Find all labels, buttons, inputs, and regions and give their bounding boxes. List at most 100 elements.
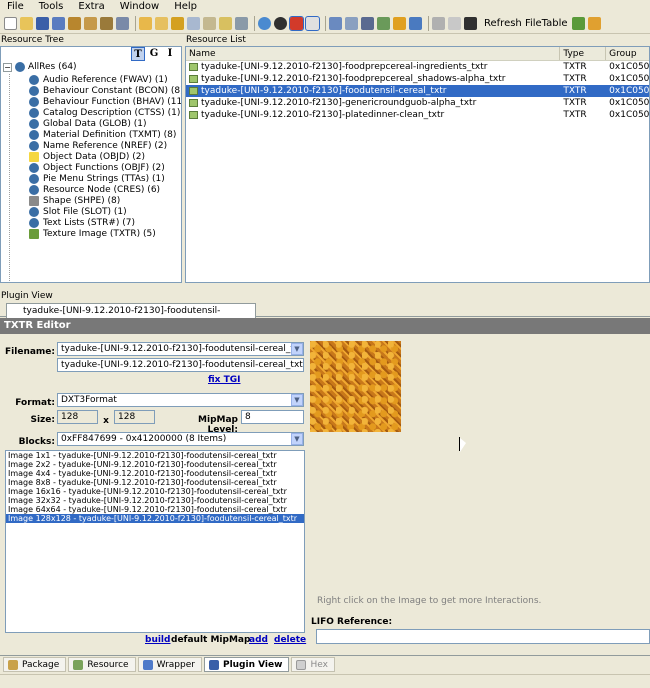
scissors-icon[interactable] <box>432 17 445 30</box>
new-file-icon[interactable] <box>4 17 17 30</box>
tree-item[interactable]: Object Functions (OBJF) (2) <box>29 162 165 173</box>
tab-hex[interactable]: Hex <box>291 657 335 672</box>
folder-open-icon[interactable] <box>155 17 168 30</box>
menu-help[interactable]: Help <box>167 1 205 12</box>
tree-type-button[interactable]: T <box>131 47 145 61</box>
search-icon[interactable] <box>345 17 358 30</box>
chevron-down-icon[interactable]: ▼ <box>291 394 303 406</box>
package-info-icon[interactable] <box>84 17 97 30</box>
plugin-document-tab[interactable]: tyaduke-[UNI-9.12.2010-f2130]-foodutensi… <box>6 303 256 330</box>
tree-item[interactable]: Catalog Description (CTSS) (1) <box>29 107 180 118</box>
column-name[interactable]: Name <box>186 47 561 60</box>
tree-item[interactable]: Pie Menu Strings (TTAs) (1) <box>29 173 165 184</box>
tools-icon[interactable] <box>116 17 129 30</box>
menu-extra[interactable]: Extra <box>71 1 112 12</box>
grid-icon[interactable] <box>235 17 248 30</box>
tree-group-button[interactable]: G <box>147 47 161 61</box>
list-item[interactable]: Image 64x64 - tyaduke-[UNI-9.12.2010-f21… <box>6 505 304 514</box>
tree-item[interactable]: Resource Node (CRES) (6) <box>29 184 160 195</box>
resource-list[interactable]: Name Type Group tyaduke-[UNI-9.12.2010-f… <box>185 46 650 283</box>
tree-item[interactable]: Text Lists (STR#) (7) <box>29 217 135 228</box>
bomb-icon[interactable] <box>274 17 287 30</box>
tree-item[interactable]: Material Definition (TXMT) (8) <box>29 129 176 140</box>
tree-item[interactable]: Audio Reference (FWAV) (1) <box>29 74 168 85</box>
row-name: tyaduke-[UNI-9.12.2010-f2130]-foodprepce… <box>201 74 506 84</box>
tree-item[interactable]: Slot File (SLOT) (1) <box>29 206 127 217</box>
tree-item[interactable]: Shape (SHPE) (8) <box>29 195 120 206</box>
open-folder-icon[interactable] <box>20 17 33 30</box>
package-check-icon[interactable] <box>100 17 113 30</box>
format-combo[interactable]: DXT3Format <box>57 393 304 407</box>
texture-preview[interactable] <box>310 341 401 432</box>
tree-root[interactable]: − AllRes (64) <box>3 62 77 72</box>
paste-icon[interactable] <box>464 17 477 30</box>
column-type[interactable]: Type <box>560 47 607 60</box>
list-item[interactable]: Image 16x16 - tyaduke-[UNI-9.12.2010-f21… <box>6 487 304 496</box>
tree-item[interactable]: Name Reference (NREF) (2) <box>29 140 167 151</box>
folder-icon[interactable] <box>139 17 152 30</box>
tree-item[interactable]: Global Data (GLOB) (1) <box>29 118 146 129</box>
list-icon[interactable] <box>219 17 232 30</box>
filename-value: tyaduke-[UNI-9.12.2010-f2130]-foodutensi… <box>61 344 304 354</box>
build-link[interactable]: build <box>145 635 170 645</box>
delete-link[interactable]: delete <box>274 635 306 645</box>
close-red-icon[interactable] <box>289 16 304 31</box>
menu-tools[interactable]: Tools <box>32 1 72 12</box>
fix-tgi-link[interactable]: fix TGI <box>208 375 240 385</box>
shield-icon[interactable] <box>393 17 406 30</box>
database-icon[interactable] <box>361 17 374 30</box>
tree-instance-button[interactable]: I <box>163 47 177 61</box>
tab-resource[interactable]: Resource <box>68 657 136 672</box>
list-item[interactable]: Image 128x128 - tyaduke-[UNI-9.12.2010-f… <box>6 514 304 523</box>
tree-item[interactable]: Behaviour Function (BHAV) (11) <box>29 96 181 107</box>
list-item[interactable]: Image 2x2 - tyaduke-[UNI-9.12.2010-f2130… <box>6 460 304 469</box>
lifo-reference-input[interactable] <box>316 629 650 644</box>
mipmap-image-list[interactable]: Image 1x1 - tyaduke-[UNI-9.12.2010-f2130… <box>5 450 305 633</box>
chevron-down-icon[interactable]: ▼ <box>291 343 303 355</box>
filter-icon[interactable] <box>329 17 342 30</box>
save-icon[interactable] <box>36 17 49 30</box>
filename-input[interactable]: tyaduke-[UNI-9.12.2010-f2130]-foodutensi… <box>57 358 304 372</box>
list-item[interactable]: Image 8x8 - tyaduke-[UNI-9.12.2010-f2130… <box>6 478 304 487</box>
list-item[interactable]: Image 4x4 - tyaduke-[UNI-9.12.2010-f2130… <box>6 469 304 478</box>
table-row[interactable]: tyaduke-[UNI-9.12.2010-f2130]-foodprepce… <box>186 73 649 85</box>
list-item[interactable]: Image 32x32 - tyaduke-[UNI-9.12.2010-f21… <box>6 496 304 505</box>
tab-wrapper[interactable]: Wrapper <box>137 657 202 672</box>
box-icon[interactable] <box>171 17 184 30</box>
mipmap-level-input[interactable]: 8 <box>241 410 304 424</box>
house-icon[interactable] <box>587 17 601 30</box>
menu-file[interactable]: File <box>0 1 32 12</box>
tree-item[interactable]: Texture Image (TXTR) (5) <box>29 228 156 239</box>
table-row[interactable]: tyaduke-[UNI-9.12.2010-f2130]-foodprepce… <box>186 61 649 73</box>
table-row[interactable]: tyaduke-[UNI-9.12.2010-f2130]-platedinne… <box>186 109 649 121</box>
image-icon[interactable] <box>203 17 216 30</box>
chat-icon[interactable] <box>187 17 200 30</box>
person-icon[interactable] <box>409 17 422 30</box>
table-row[interactable]: tyaduke-[UNI-9.12.2010-f2130]-genericrou… <box>186 97 649 109</box>
add-link[interactable]: add <box>249 635 268 645</box>
copy-icon[interactable] <box>448 17 461 30</box>
package-icon[interactable] <box>68 17 81 30</box>
blocks-combo[interactable]: 0xFF847699 - 0x41200000 (8 Items) <box>57 432 304 446</box>
sphere-icon <box>29 162 39 173</box>
chart-icon[interactable] <box>377 17 390 30</box>
collapse-icon[interactable]: − <box>3 62 12 72</box>
column-group[interactable]: Group <box>606 47 649 60</box>
chevron-down-icon[interactable]: ▼ <box>291 433 303 445</box>
tag-icon[interactable] <box>305 16 320 31</box>
horizontal-splitter[interactable] <box>0 284 650 290</box>
wizard-icon[interactable] <box>571 17 585 30</box>
tree-item[interactable]: Behaviour Constant (BCON) (8) <box>29 85 181 96</box>
tab-plugin-view[interactable]: Plugin View <box>203 657 290 672</box>
tree-item[interactable]: Object Data (OBJD) (2) <box>29 151 145 162</box>
tab-resource-label: Resource <box>87 659 129 670</box>
table-row[interactable]: tyaduke-[UNI-9.12.2010-f2130]-foodutensi… <box>186 85 649 97</box>
menu-window[interactable]: Window <box>113 1 167 12</box>
resource-tree[interactable]: T G I − AllRes (64) Audio Reference (FWA… <box>0 46 182 283</box>
list-item[interactable]: Image 1x1 - tyaduke-[UNI-9.12.2010-f2130… <box>6 451 304 460</box>
refresh-icon[interactable] <box>258 17 271 30</box>
filename-combo[interactable]: tyaduke-[UNI-9.12.2010-f2130]-foodutensi… <box>57 342 304 356</box>
tab-package[interactable]: Package <box>3 657 67 672</box>
save-all-icon[interactable] <box>52 17 65 30</box>
refresh-filetable-button[interactable]: Refresh FileTable <box>484 18 568 29</box>
